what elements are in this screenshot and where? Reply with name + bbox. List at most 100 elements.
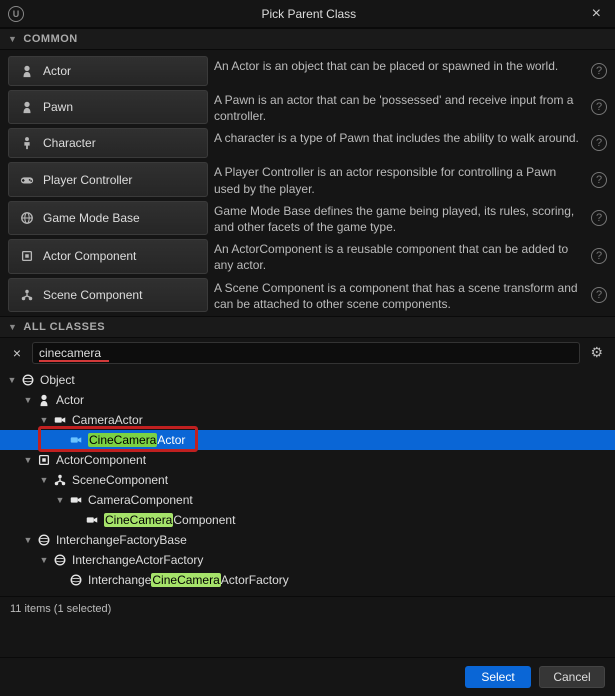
scene-component-icon bbox=[52, 473, 68, 487]
pawn-icon bbox=[19, 99, 35, 115]
tree-node-label: SceneComponent bbox=[72, 473, 168, 487]
chevron-down-icon[interactable]: ▼ bbox=[38, 415, 50, 425]
section-all-classes-label: ALL CLASSES bbox=[23, 321, 105, 333]
class-option-label: Actor bbox=[43, 64, 71, 78]
help-icon[interactable]: ? bbox=[591, 99, 607, 115]
class-tree: ▼ Object ▼ Actor ▼ CameraActor CineCameraActor… bbox=[0, 368, 615, 596]
window-title: Pick Parent Class bbox=[32, 7, 586, 21]
section-common-header[interactable]: ▼ COMMON bbox=[0, 28, 615, 50]
tree-node-label: ActorComponent bbox=[56, 453, 146, 467]
common-class-row: Character A character is a type of Pawn t… bbox=[8, 128, 607, 158]
class-option-scene-component[interactable]: Scene Component bbox=[8, 278, 208, 312]
tree-node[interactable]: ▼ SceneComponent bbox=[0, 470, 615, 490]
class-option-pawn[interactable]: Pawn bbox=[8, 90, 208, 124]
gear-icon[interactable]: ⚙ bbox=[586, 344, 607, 361]
sphere-icon bbox=[36, 533, 52, 547]
class-option-description: A Pawn is an actor that can be 'possesse… bbox=[214, 90, 585, 124]
scene-icon bbox=[19, 287, 35, 303]
chevron-down-icon[interactable]: ▼ bbox=[38, 475, 50, 485]
class-option-character[interactable]: Character bbox=[8, 128, 208, 158]
tree-node-label: CineCameraActor bbox=[88, 433, 185, 447]
dialog-footer: Select Cancel bbox=[0, 657, 615, 696]
sphere-icon bbox=[68, 573, 84, 587]
common-class-row: Player ControllerA Player Controller is … bbox=[8, 162, 607, 196]
titlebar: U Pick Parent Class × bbox=[0, 0, 615, 28]
class-option-player-controller[interactable]: Player Controller bbox=[8, 162, 208, 196]
help-icon[interactable]: ? bbox=[591, 287, 607, 303]
cancel-button[interactable]: Cancel bbox=[539, 666, 605, 688]
help-icon[interactable]: ? bbox=[591, 63, 607, 79]
class-option-actor-component[interactable]: Actor Component bbox=[8, 239, 208, 273]
chevron-down-icon[interactable]: ▼ bbox=[54, 495, 66, 505]
gamepad-icon bbox=[19, 172, 35, 188]
tree-node[interactable]: CineCameraActor bbox=[0, 430, 615, 450]
help-icon[interactable]: ? bbox=[591, 172, 607, 188]
pawn-icon bbox=[19, 63, 35, 79]
common-class-row: Scene Component A Scene Component is a co… bbox=[8, 278, 607, 312]
chevron-down-icon[interactable]: ▼ bbox=[6, 375, 18, 385]
class-option-description: An ActorComponent is a reusable componen… bbox=[214, 239, 585, 273]
tree-node[interactable]: InterchangeCineCameraActorFactory bbox=[0, 570, 615, 590]
tree-node-label: CameraComponent bbox=[88, 493, 193, 507]
chevron-down-icon: ▼ bbox=[8, 34, 17, 44]
tree-node[interactable]: ▼ ActorComponent bbox=[0, 450, 615, 470]
chevron-down-icon[interactable]: ▼ bbox=[22, 455, 34, 465]
class-option-description: A Player Controller is an actor responsi… bbox=[214, 162, 585, 196]
status-text: 11 items (1 selected) bbox=[0, 596, 615, 621]
tree-node-label: InterchangeActorFactory bbox=[72, 553, 203, 567]
class-option-description: Game Mode Base defines the game being pl… bbox=[214, 201, 585, 235]
globe-icon bbox=[19, 210, 35, 226]
sphere-icon bbox=[20, 373, 36, 387]
comp-icon bbox=[19, 248, 35, 264]
help-icon[interactable]: ? bbox=[591, 248, 607, 264]
chevron-down-icon: ▼ bbox=[8, 322, 17, 332]
class-option-description: A character is a type of Pawn that inclu… bbox=[214, 128, 585, 158]
camera-icon bbox=[68, 493, 84, 507]
search-underline-annotation bbox=[39, 360, 109, 362]
class-option-label: Scene Component bbox=[43, 288, 142, 302]
tree-node[interactable]: CineCameraComponent bbox=[0, 510, 615, 530]
component-icon bbox=[36, 453, 52, 467]
common-class-row: Actor An Actor is an object that can be p… bbox=[8, 56, 607, 86]
chevron-down-icon[interactable]: ▼ bbox=[22, 395, 34, 405]
class-option-description: A Scene Component is a component that ha… bbox=[214, 278, 585, 312]
tree-node[interactable]: ▼ CameraComponent bbox=[0, 490, 615, 510]
tree-node-label: CineCameraComponent bbox=[104, 513, 235, 527]
class-option-description: An Actor is an object that can be placed… bbox=[214, 56, 585, 86]
camera-icon bbox=[52, 413, 68, 427]
char-icon bbox=[19, 135, 35, 151]
common-class-row: Game Mode BaseGame Mode Base defines the… bbox=[8, 201, 607, 235]
common-class-row: Pawn A Pawn is an actor that can be 'poss… bbox=[8, 90, 607, 124]
section-common-label: COMMON bbox=[23, 33, 77, 45]
tree-node[interactable]: ▼ Actor bbox=[0, 390, 615, 410]
class-option-game-mode-base[interactable]: Game Mode Base bbox=[8, 201, 208, 235]
chevron-down-icon[interactable]: ▼ bbox=[22, 535, 34, 545]
tree-node[interactable]: ▼ Object bbox=[0, 370, 615, 390]
tree-node-label: InterchangeCineCameraActorFactory bbox=[88, 573, 289, 587]
tree-node[interactable]: ▼ CameraActor bbox=[0, 410, 615, 430]
tree-node-label: Object bbox=[40, 373, 75, 387]
tree-node-label: CameraActor bbox=[72, 413, 143, 427]
tree-node[interactable]: ▼ InterchangeFactoryBase bbox=[0, 530, 615, 550]
close-icon[interactable]: × bbox=[586, 5, 607, 23]
search-input[interactable] bbox=[39, 346, 573, 360]
class-option-actor[interactable]: Actor bbox=[8, 56, 208, 86]
common-class-list: Actor An Actor is an object that can be p… bbox=[0, 50, 615, 316]
sphere-icon bbox=[52, 553, 68, 567]
tree-node-label: Actor bbox=[56, 393, 84, 407]
class-option-label: Character bbox=[43, 136, 96, 150]
tree-node-label: InterchangeFactoryBase bbox=[56, 533, 187, 547]
class-option-label: Actor Component bbox=[43, 249, 136, 263]
common-class-row: Actor Component An ActorComponent is a re… bbox=[8, 239, 607, 273]
camera-icon bbox=[68, 433, 84, 447]
help-icon[interactable]: ? bbox=[591, 135, 607, 151]
search-row: × ⚙ bbox=[0, 338, 615, 368]
class-option-label: Pawn bbox=[43, 100, 73, 114]
pawn-icon bbox=[36, 393, 52, 407]
select-button[interactable]: Select bbox=[465, 666, 531, 688]
section-all-classes-header[interactable]: ▼ ALL CLASSES bbox=[0, 316, 615, 338]
clear-search-button[interactable]: × bbox=[8, 344, 26, 362]
tree-node[interactable]: ▼ InterchangeActorFactory bbox=[0, 550, 615, 570]
help-icon[interactable]: ? bbox=[591, 210, 607, 226]
chevron-down-icon[interactable]: ▼ bbox=[38, 555, 50, 565]
